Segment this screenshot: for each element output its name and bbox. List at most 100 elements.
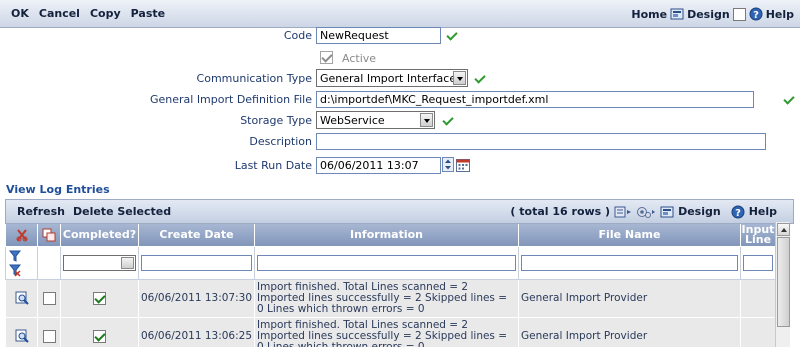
input-line-cell <box>740 278 776 318</box>
file-name-filter-input[interactable] <box>521 254 738 271</box>
design-link[interactable]: Design <box>687 8 730 21</box>
view-record-icon[interactable] <box>15 329 29 343</box>
information-cell: Import finished. Total Lines scanned = 2… <box>254 278 519 318</box>
filter-cell <box>5 245 38 280</box>
create-date-header[interactable]: Create Date <box>138 224 255 247</box>
code-valid-icon <box>446 31 456 41</box>
information-filter-input[interactable] <box>257 254 516 271</box>
view-record-icon[interactable] <box>15 291 29 305</box>
filter-cell <box>60 245 139 280</box>
copy-button[interactable]: Copy <box>85 7 126 20</box>
storage-type-select[interactable]: WebService <box>316 111 435 129</box>
input-line-header[interactable]: Input Line <box>740 224 776 247</box>
code-field[interactable] <box>316 26 441 44</box>
calendar-icon[interactable] <box>456 158 470 172</box>
spinner-icon[interactable] <box>442 157 454 172</box>
file-name-header[interactable]: File Name <box>518 224 741 247</box>
information-header[interactable]: Information <box>254 224 519 247</box>
row-select-checkbox[interactable] <box>42 329 56 343</box>
communication-type-row: Communication Type General Import Interf… <box>0 68 800 88</box>
log-toolbar-right-group: ( total 16 rows ) Design ? Help <box>510 200 777 223</box>
table-row[interactable]: 06/06/2011 13:07:30 Import finished. Tot… <box>5 278 776 318</box>
copy-column-header[interactable] <box>37 224 61 247</box>
completed-checkbox[interactable] <box>93 329 106 343</box>
delete-selected-button[interactable]: Delete Selected <box>69 205 175 218</box>
description-label: Description <box>249 134 312 148</box>
log-help-link[interactable]: Help <box>749 205 777 218</box>
input-line-cell <box>740 316 776 347</box>
description-row: Description <box>0 131 800 151</box>
storage-type-row: Storage Type WebService <box>0 110 800 130</box>
toolbar-right-group: Home Design ? Help <box>631 0 794 28</box>
description-field[interactable] <box>316 132 766 150</box>
cancel-button[interactable]: Cancel <box>34 7 85 20</box>
ok-button[interactable]: OK <box>0 7 34 20</box>
settings-icon[interactable] <box>636 205 656 219</box>
create-date-cell: 06/06/2011 13:07:30 <box>138 278 255 318</box>
help-link[interactable]: Help <box>766 8 794 21</box>
definition-file-valid-icon <box>783 95 793 105</box>
design-checkbox[interactable] <box>732 7 746 21</box>
table-cell <box>5 278 38 318</box>
completed-checkbox[interactable] <box>93 291 106 305</box>
filter-cell <box>254 245 519 280</box>
paste-button[interactable]: Paste <box>126 7 170 20</box>
filter-cell <box>740 245 776 280</box>
svg-text:?: ? <box>753 10 759 21</box>
filter-cell <box>37 245 61 280</box>
table-cell <box>60 316 139 347</box>
scrollbar-thumb[interactable] <box>777 237 790 327</box>
information-cell: Import finished. Total Lines scanned = 2… <box>254 316 519 347</box>
log-design-link[interactable]: Design <box>678 205 721 218</box>
table-cell <box>60 278 139 318</box>
code-row: Code <box>0 25 800 45</box>
communication-type-select[interactable]: General Import Interface <box>316 69 468 87</box>
file-name-cell: General Import Provider <box>518 278 741 318</box>
definition-file-label: General Import Definition File <box>149 92 312 106</box>
last-run-date-label: Last Run Date <box>234 158 312 172</box>
total-rows-text: ( total 16 rows ) <box>510 205 611 218</box>
refresh-button[interactable]: Refresh <box>6 205 69 218</box>
storage-type-value: WebService <box>320 113 385 127</box>
chevron-down-icon[interactable] <box>453 71 466 85</box>
scroll-up-icon[interactable] <box>777 223 790 236</box>
row-select-checkbox[interactable] <box>42 291 56 305</box>
delete-column-header[interactable] <box>5 224 38 247</box>
table-row[interactable]: 06/06/2011 13:06:25 Import finished. Tot… <box>5 316 776 347</box>
log-table: Completed? Create Date Information File … <box>5 224 776 347</box>
active-checkbox[interactable] <box>320 51 333 64</box>
view-log-entries-link[interactable]: View Log Entries <box>6 183 110 196</box>
design-icon[interactable] <box>660 205 674 219</box>
last-run-date-field[interactable] <box>316 156 441 174</box>
home-link[interactable]: Home <box>631 8 667 21</box>
file-name-cell: General Import Provider <box>518 316 741 347</box>
definition-file-row: General Import Definition File <box>0 89 800 109</box>
communication-type-value: General Import Interface <box>320 71 457 85</box>
chevron-down-icon[interactable] <box>420 113 433 127</box>
help-icon[interactable]: ? <box>731 205 745 219</box>
vertical-scrollbar[interactable] <box>775 222 790 347</box>
table-cell <box>5 316 38 347</box>
log-toolbar: Refresh Delete Selected ( total 16 rows … <box>5 199 794 224</box>
active-label: Active <box>342 52 377 65</box>
chevron-down-icon[interactable] <box>121 256 134 269</box>
filter-cell <box>518 245 741 280</box>
input-line-filter-input[interactable] <box>743 254 773 271</box>
clear-filter-icon[interactable] <box>8 263 22 277</box>
definition-file-field[interactable] <box>316 90 754 108</box>
completed-filter-select[interactable] <box>63 254 136 271</box>
delete-rows-icon[interactable] <box>15 228 29 242</box>
header-row: Completed? Create Date Information File … <box>5 224 776 247</box>
table-cell <box>37 316 61 347</box>
last-run-date-row: Last Run Date <box>0 155 800 175</box>
export-icon[interactable] <box>614 205 632 219</box>
communication-type-valid-icon <box>474 74 484 84</box>
create-date-filter-input[interactable] <box>141 254 252 271</box>
storage-type-valid-icon <box>442 116 452 126</box>
copy-rows-icon[interactable] <box>42 228 56 242</box>
design-icon[interactable] <box>670 7 684 21</box>
main-toolbar: OK Cancel Copy Paste Home Design ? Help <box>0 0 800 28</box>
help-icon[interactable]: ? <box>749 7 763 21</box>
completed-header[interactable]: Completed? <box>60 224 139 247</box>
filter-icon[interactable] <box>8 249 22 263</box>
